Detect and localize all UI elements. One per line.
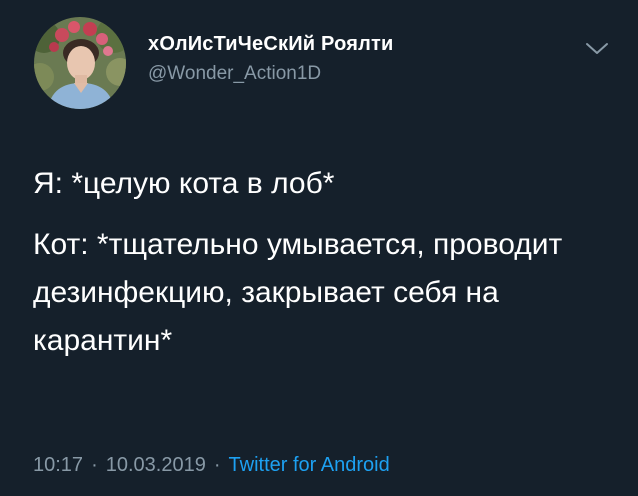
tweet-source-link[interactable]: Twitter for Android (229, 454, 390, 476)
tweet-line-1: Я: *целую кота в лоб* (33, 167, 335, 200)
tweet-card: хОлИсТиЧеСкИй Роялти @Wonder_Action1D Я:… (0, 0, 638, 496)
tweet-meta: 10:17 · 10.03.2019 · Twitter for Android (33, 454, 390, 477)
meta-separator: · (91, 454, 98, 476)
tweet-time[interactable]: 10:17 (33, 454, 83, 476)
chevron-down-icon[interactable] (584, 40, 610, 58)
author-handle[interactable]: @Wonder_Action1D (148, 63, 321, 85)
author-display-name[interactable]: хОлИсТиЧеСкИй Роялти (148, 33, 393, 56)
meta-separator: · (213, 454, 221, 476)
tweet-date[interactable]: 10.03.2019 (106, 454, 206, 476)
tweet-text: Я: *целую кота в лоб* Кот: *тщательно ум… (33, 160, 613, 378)
tweet-line-2: Кот: *тщательно умывается, проводит дези… (33, 228, 563, 357)
avatar-image (34, 17, 126, 109)
avatar[interactable] (34, 17, 126, 109)
